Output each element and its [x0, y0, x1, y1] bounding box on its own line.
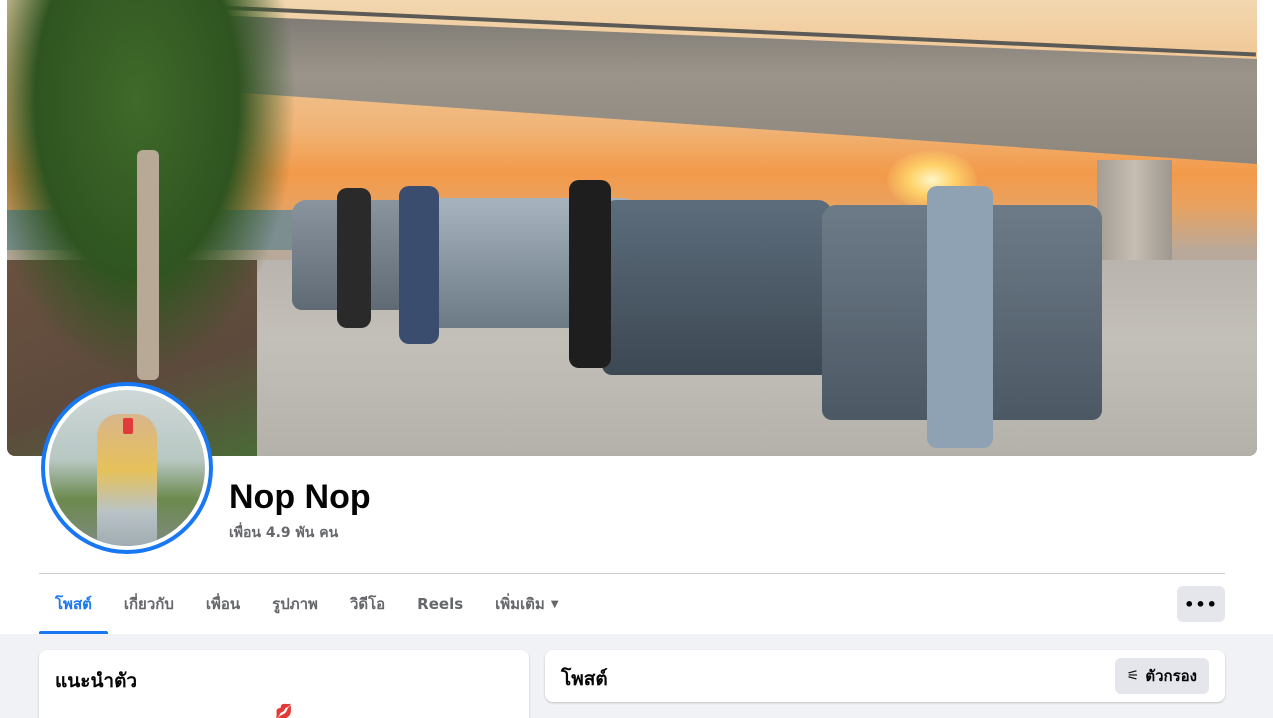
tab-friends[interactable]: เพื่อน [190, 574, 256, 634]
cover-person [399, 186, 439, 344]
filter-button[interactable]: ⚟ ตัวกรอง [1114, 658, 1209, 694]
tab-reels[interactable]: Reels [401, 574, 479, 634]
friends-count[interactable]: เพื่อน 4.9 พัน คน [229, 522, 338, 544]
posts-title: โพสต์ [561, 668, 608, 690]
tab-photos[interactable]: รูปภาพ [256, 574, 334, 634]
cover-person [337, 188, 371, 328]
cover-bridge [187, 14, 1257, 164]
tab-about[interactable]: เกี่ยวกับ [108, 574, 190, 634]
posts-card: โพสต์ ⚟ ตัวกรอง [545, 650, 1225, 702]
tab-label: วิดีโอ [349, 595, 386, 613]
avatar-phone [123, 418, 133, 434]
cover-person [569, 180, 611, 368]
tab-label: โพสต์ [55, 595, 92, 613]
tab-more[interactable]: เพิ่มเติม ▼ [479, 574, 574, 634]
lips-icon: 💋 [275, 704, 293, 718]
cover-car [602, 200, 832, 375]
profile-avatar[interactable] [41, 382, 213, 554]
cover-tree-trunk [137, 150, 159, 380]
tab-posts[interactable]: โพสต์ [39, 574, 108, 634]
more-options-button[interactable]: ••• [1177, 586, 1225, 622]
tab-label: เพื่อน [205, 595, 241, 613]
tab-videos[interactable]: วิดีโอ [334, 574, 401, 634]
caret-down-icon: ▼ [550, 598, 559, 610]
cover-photo[interactable] [7, 0, 1257, 456]
tab-label: รูปภาพ [272, 595, 318, 613]
sliders-icon: ⚟ [1126, 668, 1140, 684]
avatar-image [49, 390, 205, 546]
tab-label: เกี่ยวกับ [123, 595, 174, 613]
ellipsis-icon: ••• [1184, 594, 1218, 614]
profile-tabs: โพสต์ เกี่ยวกับ เพื่อน รูปภาพ วิดีโอ Ree… [39, 574, 575, 634]
profile-name: Nop Nop [229, 478, 371, 516]
tab-label: Reels [417, 595, 464, 613]
cover-person [927, 186, 993, 448]
filter-label: ตัวกรอง [1145, 667, 1197, 685]
tab-label: เพิ่มเติม [495, 595, 545, 613]
intro-title: แนะนำตัว [55, 670, 138, 692]
intro-card: แนะนำตัว 💋 [39, 650, 529, 718]
